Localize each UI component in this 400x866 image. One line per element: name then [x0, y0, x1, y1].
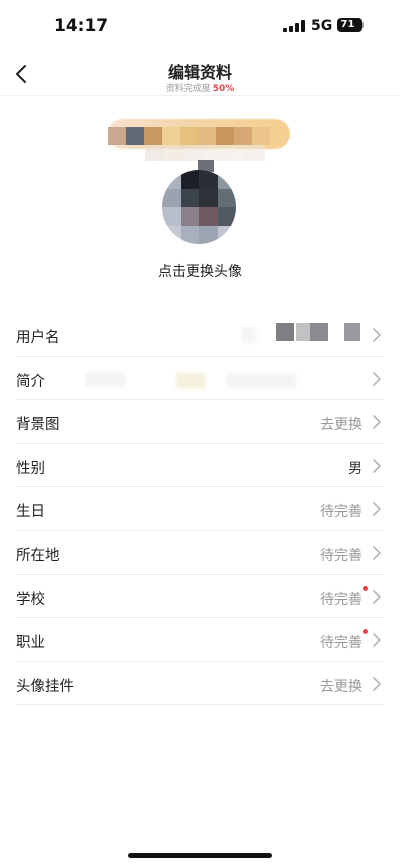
row-school[interactable]: 学校 待完善: [16, 575, 384, 619]
avatar[interactable]: [162, 170, 236, 244]
row-value: 待完善: [320, 591, 362, 608]
page-title: 编辑资料: [167, 63, 232, 82]
row-label: 职业: [16, 635, 45, 652]
battery-icon: 71: [337, 18, 362, 32]
profile-field-list: 用户名 简介 背景图 去更换 性别 男 生日 待完善 所在地 待完善 学校 待完…: [16, 313, 384, 706]
battery-cap: [362, 22, 364, 28]
username-blur: [242, 327, 256, 343]
row-value: 男: [348, 460, 362, 477]
username-pixel: [276, 323, 294, 341]
chevron-right-icon: [372, 502, 382, 517]
avatar-pixelated-image: [162, 170, 236, 244]
chevron-right-icon: [372, 589, 382, 604]
row-value: 待完善: [320, 504, 362, 521]
pendant-pixelated-image: [108, 127, 270, 145]
status-bar: 14:17 5G 71: [0, 0, 400, 50]
network-type: 5G: [311, 18, 333, 34]
row-value: 去更换: [320, 678, 362, 695]
chevron-right-icon: [372, 458, 382, 473]
row-birthday[interactable]: 生日 待完善: [16, 487, 384, 531]
battery-level: 71: [340, 19, 355, 30]
bio-blur: [226, 372, 296, 389]
row-value: 待完善: [320, 547, 362, 564]
row-label: 背景图: [16, 417, 60, 434]
row-occupation[interactable]: 职业 待完善: [16, 618, 384, 662]
row-background-image[interactable]: 背景图 去更换: [16, 400, 384, 444]
row-username[interactable]: 用户名: [16, 313, 384, 357]
row-location[interactable]: 所在地 待完善: [16, 531, 384, 575]
bio-blur: [86, 370, 126, 387]
chevron-right-icon: [372, 415, 382, 429]
chevron-right-icon: [372, 546, 382, 560]
row-label: 性别: [16, 460, 45, 477]
new-dot-badge: [363, 585, 368, 591]
row-value: 去更换: [320, 417, 362, 434]
chevron-right-icon: [372, 371, 382, 386]
row-label: 学校: [16, 591, 45, 608]
row-label: 头像挂件: [16, 678, 74, 695]
bio-blur: [176, 372, 206, 389]
new-dot-badge: [363, 629, 368, 635]
row-label: 所在地: [16, 547, 60, 564]
completeness-value: 50%: [212, 84, 235, 94]
home-indicator[interactable]: [128, 853, 272, 858]
username-pixel: [296, 323, 310, 341]
chevron-right-icon: [372, 676, 382, 691]
row-label: 生日: [16, 504, 45, 521]
profile-completeness: 资料完成度 50%: [0, 81, 400, 94]
completeness-label: 资料完成度: [165, 84, 211, 94]
signal-strength-icon: [283, 20, 305, 32]
row-label: 用户名: [16, 330, 60, 346]
row-avatar-pendant[interactable]: 头像挂件 去更换: [16, 662, 384, 706]
row-label: 简介: [16, 373, 45, 390]
row-gender[interactable]: 性别 男: [16, 444, 384, 488]
username-pixel: [310, 323, 328, 341]
chevron-right-icon: [372, 633, 382, 647]
pendant-pixelated-shadow: [145, 145, 265, 161]
username-pixel: [344, 323, 360, 341]
row-bio[interactable]: 简介: [16, 357, 384, 401]
change-avatar-link[interactable]: 点击更换头像: [0, 261, 400, 281]
chevron-right-icon: [372, 328, 382, 342]
status-time: 14:17: [54, 16, 109, 36]
row-value: 待完善: [320, 635, 362, 652]
nav-bar: 编辑资料 资料完成度 50%: [0, 50, 400, 96]
